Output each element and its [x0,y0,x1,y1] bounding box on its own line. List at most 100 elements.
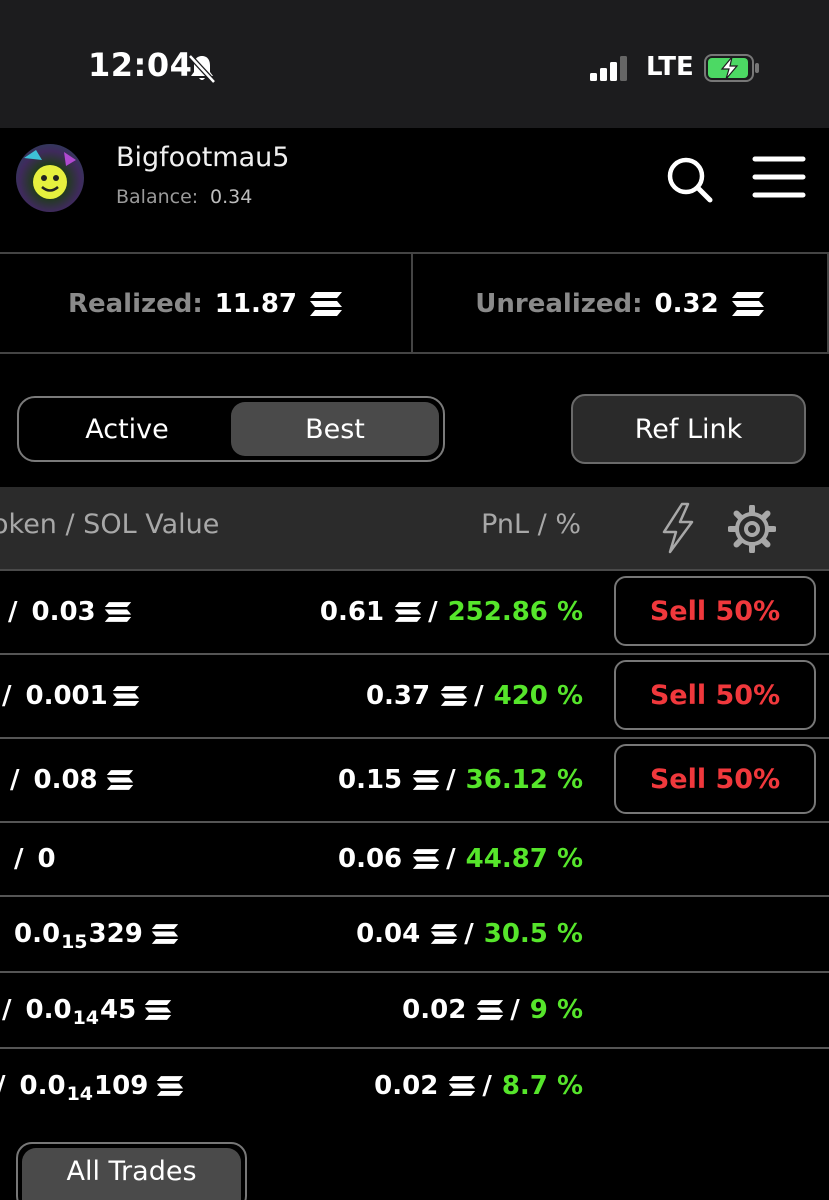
row-prefix: / [10,765,20,795]
unrealized-stat: Unrealized: 0.32 [413,254,829,354]
active-best-toggle: Active Best [17,396,445,462]
unrealized-value: 0.32 [654,289,719,319]
zero-count: 15 [61,931,88,953]
solana-icon [145,1000,172,1020]
pnl-value: 0.15 [338,765,403,795]
solana-icon [151,924,178,944]
sol-value-lead: 0.0 [25,995,72,1025]
token-value-cell: / 0.001 [2,655,140,737]
bell-slash-icon [188,54,216,84]
pnl-percent: 9 % [529,995,583,1025]
separator: / [474,681,484,711]
realized-value: 11.87 [214,289,298,319]
sol-value-lead: 0.0 [14,919,61,949]
row-prefix: / [2,995,12,1025]
solana-icon [477,1000,504,1020]
solana-icon [449,1076,476,1096]
separator: / [510,995,520,1025]
separator: / [446,765,456,795]
token-value-cell: / 0.0 14 45 [2,973,172,1047]
separator: / [446,844,456,874]
status-time: 12:04 [88,46,193,84]
row-prefix: / [14,844,24,874]
table-row: / 0.0 14 45 0.02 / 9 % [0,973,829,1049]
pnl-percent: 44.87 % [465,844,583,874]
solana-icon [310,292,343,316]
solana-icon [394,602,422,622]
solana-icon [412,849,440,869]
pnl-value: 0.61 [319,597,385,627]
sol-value: 0 [37,844,56,874]
pnl-percent: 8.7 % [501,1071,583,1101]
username: Bigfootmau5 [116,142,290,173]
ref-link-button[interactable]: Ref Link [571,394,806,464]
zero-count: 14 [72,1007,100,1029]
pnl-cell: 0.15 / 36.12 % [338,739,583,821]
network-label: LTE [646,52,694,82]
search-icon[interactable] [664,154,714,204]
sol-value: 0.08 [33,765,98,795]
solana-icon [157,1076,184,1096]
tab-active[interactable]: Active [23,402,231,456]
solana-icon [431,924,458,944]
token-value-cell: / 0.03 [8,571,132,653]
separator: / [482,1071,492,1101]
pnl-cell: 0.02 / 8.7 % [374,1049,583,1123]
sol-value-lead: 0.0 [19,1071,66,1101]
realized-stat: Realized: 11.87 [0,254,413,354]
pnl-cell: 0.02 / 9 % [402,973,583,1047]
avatar-face-icon [24,150,76,199]
sell-50-button[interactable]: Sell 50% [614,576,816,646]
tab-best[interactable]: Best [231,402,439,456]
row-prefix: / [8,597,18,627]
app-header: Bigfootmau5 Balance: 0.34 [0,128,829,252]
menu-icon[interactable] [752,154,806,200]
sell-50-button[interactable]: Sell 50% [614,744,816,814]
token-value-cell: / 0 [14,823,56,895]
solana-icon [412,770,440,790]
pnl-value: 0.02 [402,995,467,1025]
sol-value: 0.001 [25,681,108,711]
gear-icon[interactable] [728,505,776,553]
pnl-value: 0.06 [338,844,403,874]
sol-value-digits: 329 [88,919,143,949]
zero-count: 14 [66,1083,94,1105]
token-value-cell: / 0.08 [10,739,134,821]
sell-50-button[interactable]: Sell 50% [614,660,816,730]
separator: / [428,597,438,627]
table-row: / 0.03 0.61 / 252.86 % Sell 50% [0,571,829,655]
table-header: oken / SOL Value PnL / % [0,487,829,571]
lightning-icon[interactable] [658,502,698,554]
status-bar: 12:04 LTE [0,0,829,128]
all-trades-button[interactable]: All Trades [16,1142,247,1200]
row-prefix: / [0,1071,6,1101]
token-value-cell: / 0.014109 [0,1049,184,1123]
separator: / [464,919,474,949]
table-row: / 0.014109 0.02 / 8.7 % [0,1049,829,1123]
table-row: / 0.08 0.15 / 36.12 % Sell 50% [0,739,829,823]
battery-charging-icon [704,54,759,82]
pnl-summary: Realized: 11.87 Unrealized: 0.32 [0,252,829,354]
pnl-percent: 36.12 % [465,765,583,795]
pnl-cell: 0.06 / 44.87 % [338,823,583,895]
table-row: / 0.001 0.37 / 420 % Sell 50% [0,655,829,739]
solana-icon [440,686,468,706]
sol-value-digits: 109 [94,1071,149,1101]
all-trades-label: All Trades [22,1148,241,1200]
row-prefix: / [2,681,12,711]
avatar[interactable] [16,144,84,212]
sol-value: 0.03 [31,597,96,627]
pnl-cell: 0.37 / 420 % [366,655,583,737]
pnl-percent: 30.5 % [483,919,583,949]
balance-label: Balance: [116,186,199,208]
pnl-cell: 0.61 / 252.86 % [320,571,583,653]
column-token: oken / SOL Value [0,509,220,540]
sol-value-digits: 45 [100,995,137,1025]
signal-icon [590,56,627,81]
unrealized-label: Unrealized: [475,289,643,319]
solana-icon [112,686,139,706]
table-row: 0.0 15 329 0.04 / 30.5 % [0,897,829,973]
table-row: / 0 0.06 / 44.87 % [0,823,829,897]
balance-value: 0.34 [210,186,253,208]
column-pnl: PnL / % [481,509,581,540]
